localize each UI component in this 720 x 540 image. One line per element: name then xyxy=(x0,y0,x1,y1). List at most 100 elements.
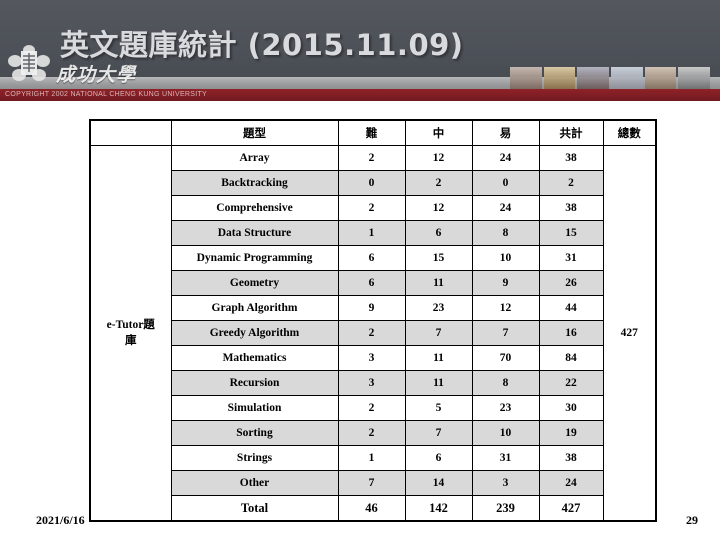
cell-hard: 2 xyxy=(337,195,406,221)
cell-easy: 10 xyxy=(471,420,540,446)
cell-hard: 3 xyxy=(337,345,406,371)
table-row-total: Total 46 142 239 427 xyxy=(90,495,656,522)
cell-hard: 3 xyxy=(337,370,406,396)
statistics-table-container: 題型 難 中 易 共計 總數 e-Tutor題庫 Array 2 12 24 38 427 B… xyxy=(89,119,657,522)
table-row: Data Structure 1 6 8 15 xyxy=(90,220,656,246)
cell-subtotal: 38 xyxy=(538,445,604,471)
cell-easy: 9 xyxy=(471,270,540,296)
cell-medium: 7 xyxy=(404,420,473,446)
cell-hard: 2 xyxy=(337,145,406,171)
cell-easy: 24 xyxy=(471,145,540,171)
cell-type: Greedy Algorithm xyxy=(170,320,339,346)
cell-hard: 1 xyxy=(337,220,406,246)
cell-medium: 14 xyxy=(404,470,473,496)
cell-hard: 2 xyxy=(337,320,406,346)
cell-type: Other xyxy=(170,470,339,496)
cell-type: Mathematics xyxy=(170,345,339,371)
cell-medium: 11 xyxy=(404,345,473,371)
cell-medium: 6 xyxy=(404,220,473,246)
cell-medium: 15 xyxy=(404,245,473,271)
cell-hard: 46 xyxy=(337,495,406,522)
table-row: Simulation 2 5 23 30 xyxy=(90,395,656,421)
table-row: Geometry 6 11 9 26 xyxy=(90,270,656,296)
cell-easy: 7 xyxy=(471,320,540,346)
table-row: Strings 1 6 31 38 xyxy=(90,445,656,471)
campus-photo-5 xyxy=(644,67,677,89)
cell-subtotal: 38 xyxy=(538,195,604,221)
owner-label-cell: e-Tutor題庫 xyxy=(89,145,172,522)
table-row: e-Tutor題庫 Array 2 12 24 38 427 xyxy=(89,145,657,522)
header-hard: 難 xyxy=(337,119,406,146)
table-row: Dynamic Programming 6 15 10 31 xyxy=(90,245,656,271)
cell-subtotal: 24 xyxy=(538,470,604,496)
cell-hard: 2 xyxy=(337,395,406,421)
cell-medium: 2 xyxy=(404,170,473,196)
cell-medium: 11 xyxy=(404,270,473,296)
table-row: Greedy Algorithm 2 7 7 16 xyxy=(90,320,656,346)
cell-subtotal: 44 xyxy=(538,295,604,321)
table-row: Sorting 2 7 10 19 xyxy=(90,420,656,446)
header-easy: 易 xyxy=(471,119,540,146)
cell-hard: 1 xyxy=(337,445,406,471)
cell-subtotal: 2 xyxy=(538,170,604,196)
cell-type: Data Structure xyxy=(170,220,339,246)
table-row: Recursion 3 11 8 22 xyxy=(90,370,656,396)
cell-type: Graph Algorithm xyxy=(170,295,339,321)
cell-subtotal: 22 xyxy=(538,370,604,396)
owner-label-line1: e-Tutor題 xyxy=(106,318,155,331)
page-title: 英文題庫統計 (2015.11.09) xyxy=(60,28,464,62)
slide-page-number: 29 xyxy=(686,513,698,527)
cell-easy: 70 xyxy=(471,345,540,371)
cell-subtotal: 38 xyxy=(538,145,604,171)
cell-easy: 8 xyxy=(471,220,540,246)
cell-subtotal: 30 xyxy=(538,395,604,421)
cell-type: Strings xyxy=(170,445,339,471)
cell-hard: 2 xyxy=(337,420,406,446)
cell-type: Dynamic Programming xyxy=(170,245,339,271)
cell-easy: 24 xyxy=(471,195,540,221)
footer-date: 2021/6/16 xyxy=(36,513,85,527)
header-blank xyxy=(89,119,172,146)
owner-label-line2: 庫 xyxy=(125,332,137,347)
cell-type: Total xyxy=(170,495,339,522)
cell-easy: 10 xyxy=(471,245,540,271)
cell-medium: 12 xyxy=(404,195,473,221)
campus-photo-2 xyxy=(543,67,576,89)
header-grand-total: 總數 xyxy=(602,119,657,146)
campus-photo-4 xyxy=(611,67,643,89)
cell-subtotal: 16 xyxy=(538,320,604,346)
cell-medium: 11 xyxy=(404,370,473,396)
table-row: Backtracking 0 2 0 2 xyxy=(90,170,656,196)
cell-medium: 7 xyxy=(404,320,473,346)
table-row: Mathematics 3 11 70 84 xyxy=(90,345,656,371)
cell-hard: 7 xyxy=(337,470,406,496)
header-type: 題型 xyxy=(170,119,339,146)
cell-type: Backtracking xyxy=(170,170,339,196)
header-subtotal: 共計 xyxy=(538,119,604,146)
cell-type: Array xyxy=(170,145,339,171)
cell-subtotal: 427 xyxy=(538,495,604,522)
cell-easy: 23 xyxy=(471,395,540,421)
cell-subtotal: 31 xyxy=(538,245,604,271)
campus-photo-6 xyxy=(678,67,711,89)
table-row: Other 7 14 3 24 xyxy=(90,470,656,496)
campus-photo-3 xyxy=(577,67,610,89)
table-header-row: 題型 難 中 易 共計 總數 xyxy=(89,119,657,146)
cell-hard: 0 xyxy=(337,170,406,196)
table-header: 題型 難 中 易 共計 總數 xyxy=(89,119,657,146)
cell-hard: 6 xyxy=(337,270,406,296)
cell-type: Sorting xyxy=(170,420,339,446)
cell-medium: 12 xyxy=(404,145,473,171)
cell-medium: 142 xyxy=(404,495,473,522)
table-body: e-Tutor題庫 Array 2 12 24 38 427 Backtracking 0 2 0 2… xyxy=(89,145,657,522)
ncku-seal-icon xyxy=(6,41,52,87)
cell-easy: 0 xyxy=(471,170,540,196)
grand-total-cell: 427 xyxy=(602,145,657,522)
table-row: Graph Algorithm 9 23 12 44 xyxy=(90,295,656,321)
copyright-text: COPYRIGHT 2002 NATIONAL CHENG KUNG UNIVE… xyxy=(5,91,208,98)
table-row: Comprehensive 2 12 24 38 xyxy=(90,195,656,221)
cell-type: Recursion xyxy=(170,370,339,396)
copyright-bar: COPYRIGHT 2002 NATIONAL CHENG KUNG UNIVE… xyxy=(0,89,720,101)
cell-easy: 239 xyxy=(471,495,540,522)
cell-subtotal: 26 xyxy=(538,270,604,296)
